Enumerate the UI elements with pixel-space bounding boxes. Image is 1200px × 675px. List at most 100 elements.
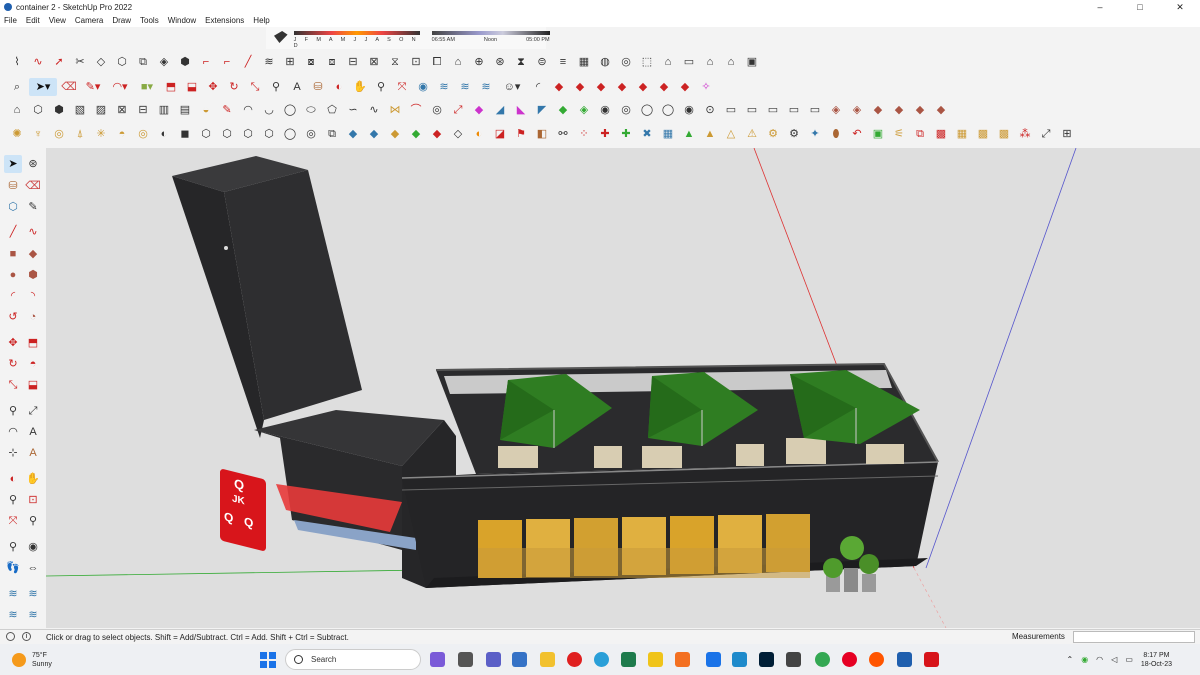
entity-info-icon[interactable]: ▭	[743, 101, 761, 119]
move-left-icon[interactable]: ✥	[4, 334, 22, 352]
twist-icon[interactable]: ⊠	[365, 53, 383, 71]
close-button[interactable]: ✕	[1160, 0, 1200, 14]
stretch-icon[interactable]: ⧖	[386, 53, 404, 71]
cylinder-icon[interactable]: ⬮	[827, 125, 845, 143]
dome-light-icon[interactable]: ◓	[113, 125, 131, 143]
environment-icon[interactable]: ◐	[155, 125, 173, 143]
tray-chevron-icon[interactable]: ⌃	[1066, 655, 1073, 664]
warehouse-icon[interactable]: ⌂	[659, 53, 677, 71]
solid-intersect-icon[interactable]: ◆	[613, 78, 631, 96]
link-tool-icon[interactable]: ⚯	[554, 125, 572, 143]
spiral-icon[interactable]: ◎	[617, 53, 635, 71]
blue-grid-icon[interactable]: ▦	[659, 125, 677, 143]
cross-blue-icon[interactable]: ✖	[638, 125, 656, 143]
3d-text-left-icon[interactable]: A	[24, 444, 42, 462]
shape-icon[interactable]: ⬡	[113, 53, 131, 71]
extrude-icon[interactable]: ⧠	[428, 53, 446, 71]
tape-left-icon[interactable]: ⚲	[4, 402, 22, 420]
cube-select-icon[interactable]: ◼	[176, 125, 194, 143]
connect-icon[interactable]: ⚟	[890, 125, 908, 143]
extension-icon[interactable]: ▭	[680, 53, 698, 71]
push-pull-icon[interactable]: ⬒	[162, 78, 180, 96]
shadow-toggle-icon[interactable]	[274, 31, 288, 43]
iso-view-icon[interactable]: ⬡	[29, 101, 47, 119]
solid-union-icon[interactable]: ◆	[550, 78, 568, 96]
maximize-button[interactable]: □	[1120, 0, 1160, 14]
wifi-icon[interactable]: ◠	[1096, 655, 1103, 664]
soundcloud-icon[interactable]	[869, 652, 884, 667]
orange-tool-icon[interactable]: ◐	[470, 125, 488, 143]
group-icon[interactable]: ◯	[659, 101, 677, 119]
top-view-icon[interactable]: ⬢	[50, 101, 68, 119]
mesh-icon[interactable]: ⊞	[281, 53, 299, 71]
sticky-notes-icon[interactable]	[648, 652, 663, 667]
chrome-icon[interactable]	[815, 652, 830, 667]
left-view-icon[interactable]: ⊟	[134, 101, 152, 119]
user-account-icon[interactable]: ☺▾	[498, 78, 526, 96]
arc-3-left-icon[interactable]: ↺	[4, 308, 22, 326]
cap-icon[interactable]: ⌂	[449, 53, 467, 71]
dots-circle-icon[interactable]: ⁂	[1016, 125, 1034, 143]
time-slider[interactable]: 06:55 AM Noon 05:00 PM	[431, 29, 550, 49]
sandbox-tool-icon[interactable]: ⌇	[8, 53, 26, 71]
tube-icon[interactable]: ≡	[554, 53, 572, 71]
paint-bucket-icon[interactable]: ⛁	[309, 78, 327, 96]
share-model-icon[interactable]: ≋	[435, 78, 453, 96]
zoom-extents-icon[interactable]: ⤧	[393, 78, 411, 96]
smoove-icon[interactable]: ◆	[869, 101, 887, 119]
green-tool-icon[interactable]: ◆	[407, 125, 425, 143]
protractor-left-icon[interactable]: ◠	[4, 423, 22, 441]
offset-left-icon[interactable]: ⬓	[24, 376, 42, 394]
star-icon[interactable]: ✦	[806, 125, 824, 143]
cube-a-icon[interactable]: ⬡	[197, 125, 215, 143]
circle-left-icon[interactable]: ●	[4, 266, 22, 284]
intersect-icon[interactable]: ⧉	[134, 53, 152, 71]
ring-icon[interactable]: ◯	[281, 125, 299, 143]
outliner-icon[interactable]: ◉	[680, 101, 698, 119]
line-left-icon[interactable]: ╱	[4, 223, 22, 241]
copy-icon[interactable]: ⧉	[911, 125, 929, 143]
orbit-tool-icon[interactable]: ◐	[330, 78, 348, 96]
solid-trim-icon[interactable]: ◆	[592, 78, 610, 96]
torus-icon[interactable]: ◎	[302, 125, 320, 143]
pan-tool-icon[interactable]: ✋	[351, 78, 369, 96]
app-green-icon[interactable]	[621, 652, 636, 667]
arc-2-left-icon[interactable]: ◝	[24, 287, 42, 305]
blue-tool-1-icon[interactable]: ◆	[344, 125, 362, 143]
app-calendar-icon[interactable]	[512, 652, 527, 667]
stamp-icon[interactable]: ◆	[890, 101, 908, 119]
taskbar-search[interactable]: Search	[285, 649, 421, 670]
light-sphere-icon[interactable]: ◎	[50, 125, 68, 143]
plus-green-icon[interactable]: ✚	[617, 125, 635, 143]
fog-icon[interactable]: ◎	[617, 101, 635, 119]
menu-extensions[interactable]: Extensions	[205, 16, 244, 25]
fillet-icon[interactable]: ⌐	[197, 53, 215, 71]
grid-pattern-icon[interactable]: ▦	[953, 125, 971, 143]
bezier-icon[interactable]: ∽	[344, 101, 362, 119]
follow-me-left-icon[interactable]: ◓	[24, 355, 42, 373]
render-icon[interactable]: ◎	[134, 125, 152, 143]
rotate-tool-icon[interactable]: ↻	[225, 78, 243, 96]
brown-tool-icon[interactable]: ◧	[533, 125, 551, 143]
warehouse-3d-icon[interactable]: ◉	[414, 78, 432, 96]
extension-warehouse-icon[interactable]: ≋	[456, 78, 474, 96]
front-view-icon[interactable]: ▧	[71, 101, 89, 119]
eraser-soft-icon[interactable]: ◆	[470, 101, 488, 119]
text-tool-icon[interactable]: A	[288, 78, 306, 96]
polygon-icon[interactable]: ⬠	[323, 101, 341, 119]
paste-icon[interactable]: ▩	[932, 125, 950, 143]
eraser-icon[interactable]: ⌫	[60, 78, 78, 96]
tape-measure-icon[interactable]: ⚲	[267, 78, 285, 96]
material-icon[interactable]: ◆	[554, 101, 572, 119]
camera-position-icon[interactable]: ⌂	[8, 101, 26, 119]
grid-icon[interactable]: ▦	[575, 53, 593, 71]
text-left-icon[interactable]: A	[24, 423, 42, 441]
teams-icon[interactable]	[486, 652, 501, 667]
pie-left-icon[interactable]: ◔	[24, 308, 42, 326]
vscode-icon[interactable]	[706, 652, 721, 667]
menu-view[interactable]: View	[49, 16, 66, 25]
components-panel-icon[interactable]: ▭	[764, 101, 782, 119]
house-icon[interactable]: ⌂	[722, 53, 740, 71]
file-explorer-icon[interactable]	[540, 652, 555, 667]
curve-tool-icon[interactable]: ∿	[29, 53, 47, 71]
